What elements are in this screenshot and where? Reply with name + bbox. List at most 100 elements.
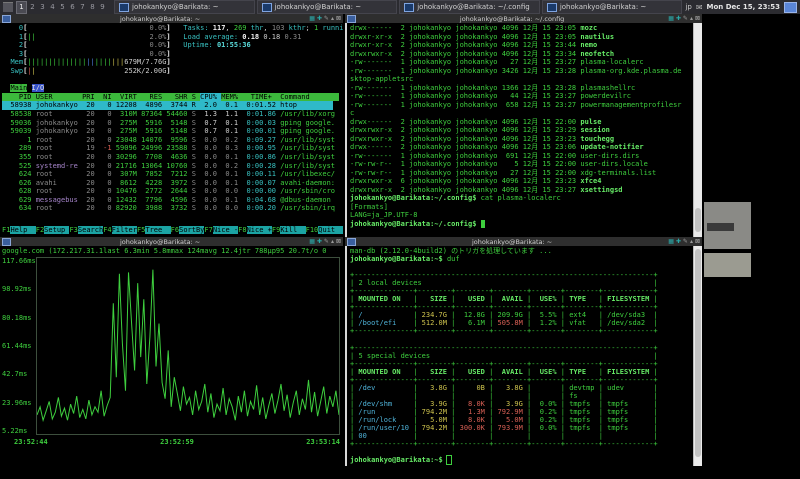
terminal-line: -rw------- 1 johokankyo johokankyo 691 1… [350, 152, 691, 161]
workspace-8[interactable]: 8 [88, 2, 97, 13]
x-axis-label: 23:52:59 [160, 438, 194, 446]
close-icon[interactable]: ⊠ [695, 15, 700, 22]
desktop: 123456789 johokankyo@Barikata: ~johokank… [0, 0, 800, 479]
terminal-line: drwxrwxr-x 2 johokankyo johokankyo 4096 … [350, 186, 691, 195]
gping-y-axis: 117.66ms98.92ms80.18ms61.44ms42.7ms23.96… [0, 257, 36, 435]
shade-icon[interactable]: ▴ [690, 15, 693, 22]
terminal-line: 629 messagebus 20 0 12432 7796 4596 S 0.… [2, 196, 333, 205]
grid-icon[interactable]: ▦ [309, 238, 315, 245]
titlebar-duf[interactable]: johokankyo@Barikata: ~ ▦✚✎▴⊠ [345, 237, 702, 246]
workspace-2[interactable]: 2 [28, 2, 37, 13]
terminal-line [350, 263, 691, 271]
terminal-line: | 5 special devices | [350, 352, 691, 360]
gping-plot-svg [36, 257, 340, 435]
close-icon[interactable]: ⊠ [336, 15, 341, 22]
terminal-line: +--------------+--------+--------+------… [350, 376, 691, 384]
terminal-line: +--------------+--------+--------+------… [350, 440, 691, 448]
shade-icon[interactable]: ▴ [331, 15, 334, 22]
grid-icon[interactable]: ▦ [668, 238, 674, 245]
clock[interactable]: Mon Dec 15, 23:53 [707, 3, 780, 11]
terminal-line: | /run/lock | 5.0M | 8.0K | 5.0M | 0.2% … [350, 416, 691, 424]
window-duf: johokankyo@Barikata: ~ ▦✚✎▴⊠ man-db (2.1… [345, 237, 702, 466]
desktop-widget-large[interactable] [704, 202, 751, 249]
pencil-icon[interactable]: ✎ [324, 238, 329, 245]
desktop-widget-small[interactable] [704, 253, 751, 277]
terminal-line: 634 root 20 0 82920 3988 3732 S 0.0 0.0 … [2, 204, 333, 213]
duf-terminal-content[interactable]: man-db (2.12.0-4build2) のトリガを処理しています ...… [345, 246, 702, 466]
display-icon[interactable] [784, 2, 797, 13]
workspace-1[interactable]: 1 [16, 1, 27, 14]
terminal-line: | MOUNTED ON | SIZE | USED | AVAIL | USE… [350, 295, 691, 303]
gping-content[interactable]: google.com (172.217.31.1last 6.3min 5.8m… [0, 246, 343, 466]
keyboard-layout-indicator[interactable]: jp [685, 3, 691, 11]
terminal-line: | /dev/shm | 3.9G | 8.0K | 3.9G | 0.0% |… [350, 400, 691, 408]
terminal-line: -rw------- 1 johokankyo johokankyo 3426 … [350, 67, 691, 76]
plus-icon[interactable]: ✚ [676, 15, 681, 22]
titlebar-htop[interactable]: johokankyo@Barikata: ~ ▦✚✎▴⊠ [0, 14, 343, 23]
titlebar-config[interactable]: johokankyo@Barikata: ~/.config ▦✚✎▴⊠ [345, 14, 702, 23]
terminal-line: drwx------ 2 johokankyo johokankyo 4096 … [350, 118, 691, 127]
terminal-line: drwxr-xr-x 2 johokankyo johokankyo 4096 … [350, 33, 691, 42]
titlebar-gping[interactable]: johokankyo@Barikata: ~ ▦✚✎▴⊠ [0, 237, 343, 246]
menu-icon[interactable] [3, 2, 13, 12]
task-list: johokankyo@Barikata: ~johokankyo@Barikat… [114, 0, 682, 14]
pencil-icon[interactable]: ✎ [324, 15, 329, 22]
mail-icon[interactable]: ✉ [696, 3, 703, 12]
plus-icon[interactable]: ✚ [676, 238, 681, 245]
grid-icon[interactable]: ▦ [668, 15, 674, 22]
terminal-line: man-db (2.12.0-4build2) のトリガを処理しています ... [350, 247, 691, 255]
htop-output: 0[ 0.0%] Tasks: 117, 269 thr, 103 kthr; … [2, 24, 333, 213]
workspace-4[interactable]: 4 [48, 2, 57, 13]
plus-icon[interactable]: ✚ [317, 238, 322, 245]
y-axis-label: 61.44ms [2, 342, 36, 350]
terminal-line: 1[|| 2.0%] Load average: 0.18 0.18 0.31 [2, 33, 333, 42]
terminal-line: 0[ 0.0%] Tasks: 117, 269 thr, 103 kthr; … [2, 24, 333, 33]
scrollbar-thumb[interactable] [695, 249, 701, 457]
plus-icon[interactable]: ✚ [317, 15, 322, 22]
shade-icon[interactable]: ▴ [331, 238, 334, 245]
window-title: johokankyo@Barikata: ~ [11, 238, 309, 246]
ls-output: drwx------ 2 johokankyo johokankyo 4096 … [350, 24, 691, 228]
terminal-line: LANG=ja_JP.UTF-8 [350, 211, 691, 220]
terminal-icon [262, 3, 272, 12]
y-axis-label: 117.66ms [2, 257, 36, 265]
workspace-7[interactable]: 7 [78, 2, 87, 13]
terminal-line: 624 root 20 0 307M 7852 7212 S 0.0 0.1 0… [2, 170, 333, 179]
scrollbar-thumb[interactable] [695, 208, 701, 232]
pencil-icon[interactable]: ✎ [683, 238, 688, 245]
terminal-line: drwxrwxr-x 2 johokankyo johokankyo 4096 … [350, 50, 691, 59]
terminal-line: 525 systemd-re 20 0 21716 13064 10760 S … [2, 162, 333, 171]
close-icon[interactable]: ⊠ [695, 238, 700, 245]
terminal-line: johokankyo@Barikata:~/.config$ [350, 220, 691, 229]
taskbar-button-3[interactable]: johokankyo@Barikata: ~/.config [399, 0, 540, 14]
scrollbar[interactable] [693, 23, 702, 237]
window-title: johokankyo@Barikata: ~ [356, 238, 668, 246]
terminal-line: | 00 | | | | | | | [350, 432, 691, 440]
terminal-line: +--------------+--------+--------+------… [350, 360, 691, 368]
pencil-icon[interactable]: ✎ [683, 15, 688, 22]
terminal-line [2, 76, 333, 85]
terminal-icon [2, 15, 11, 23]
gping-x-axis: 23:52:4423:52:5923:53:14 [14, 438, 340, 446]
taskbar-button-4[interactable]: johokankyo@Barikata: ~ [542, 0, 683, 14]
close-icon[interactable]: ⊠ [336, 238, 341, 245]
workspace-6[interactable]: 6 [68, 2, 77, 13]
terminal-line: -rw------- 1 johokankyo johokankyo 658 1… [350, 101, 691, 110]
terminal-line: | MOUNTED ON | SIZE | USED | AVAIL | USE… [350, 368, 691, 376]
titlebar-buttons: ▦✚✎▴⊠ [309, 15, 341, 22]
workspace-9[interactable]: 9 [98, 2, 107, 13]
task-label: johokankyo@Barikata: ~/.config [417, 3, 529, 11]
grid-icon[interactable]: ▦ [309, 15, 315, 22]
terminal-line: +--------------+--------+--------+------… [350, 287, 691, 295]
htop-content[interactable]: 0[ 0.0%] Tasks: 117, 269 thr, 103 kthr; … [0, 23, 343, 237]
shade-icon[interactable]: ▴ [690, 238, 693, 245]
workspace-3[interactable]: 3 [38, 2, 47, 13]
y-axis-label: 23.96ms [2, 399, 36, 407]
scrollbar[interactable] [693, 246, 702, 466]
taskbar-button-1[interactable]: johokankyo@Barikata: ~ [114, 0, 255, 14]
taskbar-button-2[interactable]: johokankyo@Barikata: ~ [257, 0, 398, 14]
workspace-5[interactable]: 5 [58, 2, 67, 13]
htop-function-bar[interactable]: F1Help F2Setup F3SearchF4FilterF5Tree F6… [2, 226, 343, 235]
config-terminal-content[interactable]: drwx------ 2 johokankyo johokankyo 4096 … [345, 23, 702, 237]
terminal-line: johokankyo@Barikata:~/.config$ cat plasm… [350, 194, 691, 203]
